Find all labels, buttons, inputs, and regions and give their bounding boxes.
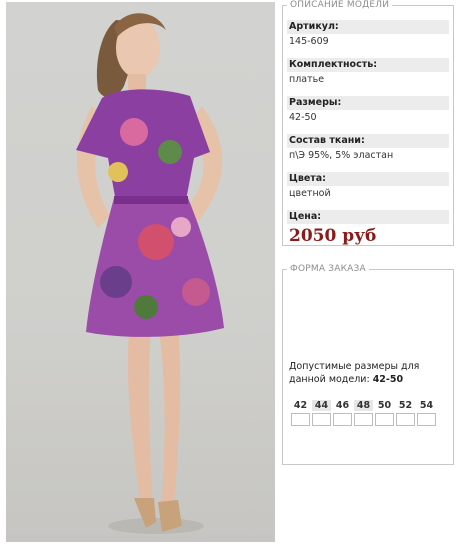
size-quantity-table: 42 44 46 48 50 52 54	[289, 398, 438, 428]
completeness-label: Комплектность:	[287, 58, 449, 72]
size-54-quantity-input[interactable]	[417, 413, 436, 426]
size-48-quantity-input[interactable]	[354, 413, 373, 426]
size-header: 42	[293, 400, 308, 411]
order-form-panel: ФОРМА ЗАКАЗА Допустимые размеры для данн…	[282, 264, 454, 465]
allowed-sizes-note: Допустимые размеры для данной модели: 42…	[289, 360, 453, 386]
size-header: 50	[377, 400, 392, 411]
size-input-row	[291, 413, 436, 426]
product-photo	[6, 2, 275, 542]
completeness-value: платье	[289, 74, 325, 85]
size-52-quantity-input[interactable]	[396, 413, 415, 426]
model-illustration	[76, 13, 224, 534]
article-label: Артикул:	[287, 20, 449, 34]
article-value: 145-609	[289, 36, 329, 47]
size-header: 46	[335, 400, 350, 411]
size-header-row: 42 44 46 48 50 52 54	[291, 400, 436, 411]
size-44-quantity-input[interactable]	[312, 413, 331, 426]
colors-value: цветной	[289, 188, 331, 199]
model-description-panel: ОПИСАНИЕ МОДЕЛИ Артикул: 145-609 Комплек…	[282, 0, 454, 246]
fabric-value: п\Э 95%, 5% эластан	[289, 150, 394, 161]
size-50-quantity-input[interactable]	[375, 413, 394, 426]
size-header: 54	[419, 400, 434, 411]
allowed-sizes-value: 42-50	[372, 374, 404, 385]
sizes-value: 42-50	[289, 112, 317, 123]
price-value: 2050 руб	[289, 226, 377, 246]
size-header: 48	[354, 400, 373, 411]
size-header: 44	[312, 400, 331, 411]
price-label: Цена:	[287, 210, 449, 224]
order-legend: ФОРМА ЗАКАЗА	[290, 264, 366, 274]
description-legend: ОПИСАНИЕ МОДЕЛИ	[290, 0, 390, 10]
sizes-label: Размеры:	[287, 96, 449, 110]
size-42-quantity-input[interactable]	[291, 413, 310, 426]
size-46-quantity-input[interactable]	[333, 413, 352, 426]
fabric-label: Состав ткани:	[287, 134, 449, 148]
size-header: 52	[398, 400, 413, 411]
colors-label: Цвета:	[287, 172, 449, 186]
